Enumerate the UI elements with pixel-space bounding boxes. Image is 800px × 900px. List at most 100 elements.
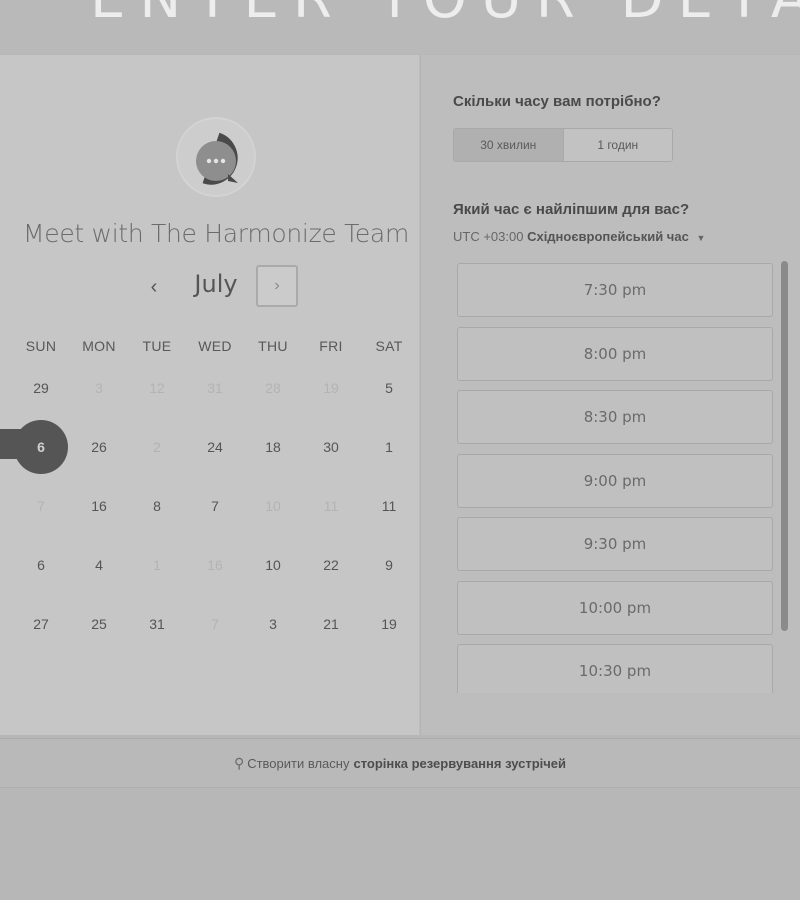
calendar-day-number: 1 xyxy=(385,439,393,455)
caret-down-icon: ▼ xyxy=(696,233,706,243)
calendar-day-number: 25 xyxy=(91,616,107,632)
calendar-day-number: 21 xyxy=(323,616,339,632)
calendar-day-number: 1 xyxy=(153,557,161,573)
calendar-day-number: 5 xyxy=(385,380,393,396)
weekday-header: SUN MON TUE WED THU FRI SAT xyxy=(12,335,418,357)
calendar-day[interactable]: 24 xyxy=(186,434,244,493)
calendar-day-number: 12 xyxy=(149,380,165,396)
duration-selector: 30 хвилин 1 годин xyxy=(453,128,673,162)
calendar-panel: Meet with The Harmonize Team ‹ July › SU… xyxy=(0,55,419,735)
chevron-left-icon: ‹ xyxy=(150,275,158,298)
calendar-day[interactable]: 31 xyxy=(128,611,186,670)
calendar-day: 7 xyxy=(186,611,244,670)
calendar-day: 16 xyxy=(186,552,244,611)
calendar-day[interactable]: 7 xyxy=(186,493,244,552)
calendar-day-number: 31 xyxy=(149,616,165,632)
calendar-day[interactable]: 22 xyxy=(302,552,360,611)
calendar-day-number: 24 xyxy=(207,439,223,455)
calendar-day[interactable]: 8 xyxy=(128,493,186,552)
footer-link-text[interactable]: Створити власну xyxy=(247,756,349,771)
calendar-day: 7 xyxy=(12,493,70,552)
next-month-button[interactable]: › xyxy=(256,265,298,307)
calendar-day-selected[interactable]: 6 xyxy=(12,420,70,493)
calendar-day[interactable]: 25 xyxy=(70,611,128,670)
time-slot[interactable]: 8:30 pm xyxy=(457,390,773,444)
time-selection-title: Який час є найліпшим для вас? xyxy=(453,201,690,218)
calendar-day[interactable]: 26 xyxy=(70,434,128,493)
calendar-week: 7 16 8 7 10 11 11 xyxy=(12,493,418,552)
calendar-day: 31 xyxy=(186,375,244,434)
time-slot[interactable]: 10:30 pm xyxy=(457,644,773,693)
calendar-day[interactable]: 18 xyxy=(244,434,302,493)
calendar-day-number: 8 xyxy=(153,498,161,514)
duration-option-1-hour[interactable]: 1 годин xyxy=(563,129,672,161)
time-slot[interactable]: 7:30 pm xyxy=(457,263,773,317)
calendar-day[interactable]: 4 xyxy=(70,552,128,611)
timezone-name: Східноєвропейський час xyxy=(527,229,689,244)
calendar-day[interactable]: 5 xyxy=(360,375,418,434)
chat-bubble-icon xyxy=(196,132,238,185)
calendar-week: 29 3 12 31 28 19 5 xyxy=(12,375,418,434)
timezone-dropdown[interactable]: UTC +03:00 Східноєвропейський час ▼ xyxy=(453,229,705,244)
calendar-day-number: 27 xyxy=(33,616,49,632)
calendar-day-number: 4 xyxy=(95,557,103,573)
calendar-day: 3 xyxy=(70,375,128,434)
time-slot[interactable]: 9:00 pm xyxy=(457,453,773,508)
calendar-day[interactable]: 9 xyxy=(360,552,418,611)
calendar-day: 12 xyxy=(128,375,186,434)
calendar-day[interactable]: 6 xyxy=(12,552,70,611)
time-slot[interactable]: 8:00 pm xyxy=(457,326,773,381)
calendar-day-number: 10 xyxy=(265,557,281,573)
prev-month-button[interactable]: ‹ xyxy=(138,267,170,307)
calendar-day-number: 30 xyxy=(323,439,339,455)
calendar-weeks: 29 3 12 31 28 19 5 6 26 2 24 18 30 1 7 16 8 7 10 11 11 6 4 1 16 1… xyxy=(12,375,418,670)
calendar-day-number: 18 xyxy=(265,439,281,455)
calendar-day-number: 31 xyxy=(207,380,223,396)
chevron-right-icon: › xyxy=(274,277,280,294)
time-slot[interactable]: 9:30 pm xyxy=(457,517,773,571)
calendar-week: 6 4 1 16 10 22 9 xyxy=(12,552,418,611)
meetings-card: Meet with The Harmonize Team ‹ July › SU… xyxy=(0,55,800,735)
calendar-day: 11 xyxy=(302,493,360,552)
time-slot-list[interactable]: 7:30 pm 8:00 pm 8:30 pm 9:00 pm 9:30 pm … xyxy=(457,263,773,693)
footer-link-bold[interactable]: сторінка резервування зустрічей xyxy=(353,756,566,771)
weekday-label: SAT xyxy=(375,338,403,354)
calendar-day-number: 16 xyxy=(207,557,223,573)
calendar-day-number: 11 xyxy=(381,498,397,514)
calendar-day[interactable]: 21 xyxy=(302,611,360,670)
calendar-day[interactable]: 11 xyxy=(360,493,418,552)
calendar-day-number: 19 xyxy=(323,380,339,396)
calendar-day[interactable]: 16 xyxy=(70,493,128,552)
weekday-label: THU xyxy=(258,338,288,354)
calendar-day-number: 22 xyxy=(323,557,339,573)
calendar-week: 27 25 31 7 3 21 19 xyxy=(12,611,418,670)
calendar-day: 10 xyxy=(244,493,302,552)
calendar-day-number: 10 xyxy=(265,498,281,514)
calendar-day-number: 11 xyxy=(323,498,339,514)
calendar-day: 19 xyxy=(302,375,360,434)
calendar-day[interactable]: 1 xyxy=(360,434,418,493)
weekday-label: WED xyxy=(198,338,232,354)
time-slot[interactable]: 10:00 pm xyxy=(457,580,773,635)
duration-title: Скільки часу вам потрібно? xyxy=(453,93,661,110)
weekday-label: FRI xyxy=(319,338,343,354)
calendar-day[interactable]: 27 xyxy=(12,611,70,670)
calendar-day-number: 19 xyxy=(381,616,397,632)
calendar-day-number: 3 xyxy=(95,380,103,396)
calendar-day[interactable]: 30 xyxy=(302,434,360,493)
calendar-day[interactable]: 19 xyxy=(360,611,418,670)
calendar-day-number: 6 xyxy=(37,439,45,455)
calendar-day[interactable]: 10 xyxy=(244,552,302,611)
calendar-day-number: 7 xyxy=(37,498,45,514)
weekday-label: TUE xyxy=(142,338,172,354)
calendar-day-number: 6 xyxy=(37,557,45,573)
calendar-day-number: 26 xyxy=(91,439,107,455)
top-banner: ENTER YOUR DETAILS xyxy=(0,0,800,54)
calendar-day[interactable]: 3 xyxy=(244,611,302,670)
time-slot-scrollbar[interactable] xyxy=(781,261,788,631)
month-label: July xyxy=(194,270,238,298)
duration-option-30-min[interactable]: 30 хвилин xyxy=(454,129,564,161)
calendar-day: 28 xyxy=(244,375,302,434)
calendar-day-number: 2 xyxy=(153,439,161,455)
calendar-day: 1 xyxy=(128,552,186,611)
